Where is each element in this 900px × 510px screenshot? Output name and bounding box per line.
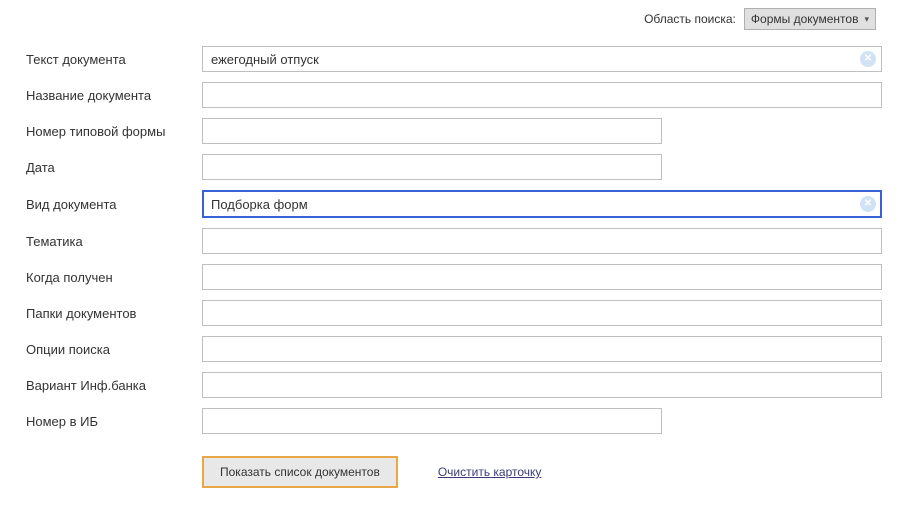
top-bar: Область поиска: Формы документов ▾ [18,8,882,30]
label-date: Дата [18,160,188,175]
input-wrap-text: ✕ [202,46,882,72]
form-number-input[interactable] [202,118,662,144]
label-topic: Тематика [18,234,188,249]
input-wrap-folders [202,300,882,326]
input-wrap-kind: ✕ [202,190,882,218]
row-topic: Тематика [18,228,882,254]
date-input[interactable] [202,154,662,180]
search-form: Текст документа ✕ Название документа Ном… [18,46,882,434]
label-bank-variant: Вариант Инф.банка [18,378,188,393]
options-input[interactable] [202,336,882,362]
folders-input[interactable] [202,300,882,326]
topic-input[interactable] [202,228,882,254]
ib-number-input[interactable] [202,408,662,434]
input-wrap-name [202,82,882,108]
row-bank-variant: Вариант Инф.банка [18,372,882,398]
label-form-number: Номер типовой формы [18,124,188,139]
label-text: Текст документа [18,52,188,67]
clear-card-link[interactable]: Очистить карточку [438,465,542,479]
label-ib-number: Номер в ИБ [18,414,188,429]
input-wrap-topic [202,228,882,254]
row-text: Текст документа ✕ [18,46,882,72]
row-form-number: Номер типовой формы [18,118,882,144]
label-name: Название документа [18,88,188,103]
row-options: Опции поиска [18,336,882,362]
scope-select[interactable]: Формы документов ▾ [744,8,876,30]
input-wrap-form-number [202,118,662,144]
row-kind: Вид документа ✕ [18,190,882,218]
button-row: Показать список документов Очистить карт… [18,456,882,488]
chevron-down-icon: ▾ [864,14,869,25]
received-input[interactable] [202,264,882,290]
text-input[interactable] [202,46,882,72]
input-wrap-bank-variant [202,372,882,398]
kind-input[interactable] [202,190,882,218]
row-date: Дата [18,154,882,180]
clear-icon[interactable]: ✕ [860,51,876,67]
bank-variant-input[interactable] [202,372,882,398]
input-wrap-date [202,154,662,180]
name-input[interactable] [202,82,882,108]
label-folders: Папки документов [18,306,188,321]
clear-icon[interactable]: ✕ [860,196,876,212]
label-options: Опции поиска [18,342,188,357]
scope-label: Область поиска: [644,12,736,26]
input-wrap-options [202,336,882,362]
input-wrap-ib-number [202,408,662,434]
show-list-button[interactable]: Показать список документов [202,456,398,488]
scope-value: Формы документов [751,12,859,26]
row-name: Название документа [18,82,882,108]
input-wrap-received [202,264,882,290]
row-ib-number: Номер в ИБ [18,408,882,434]
label-kind: Вид документа [18,197,188,212]
row-received: Когда получен [18,264,882,290]
label-received: Когда получен [18,270,188,285]
row-folders: Папки документов [18,300,882,326]
